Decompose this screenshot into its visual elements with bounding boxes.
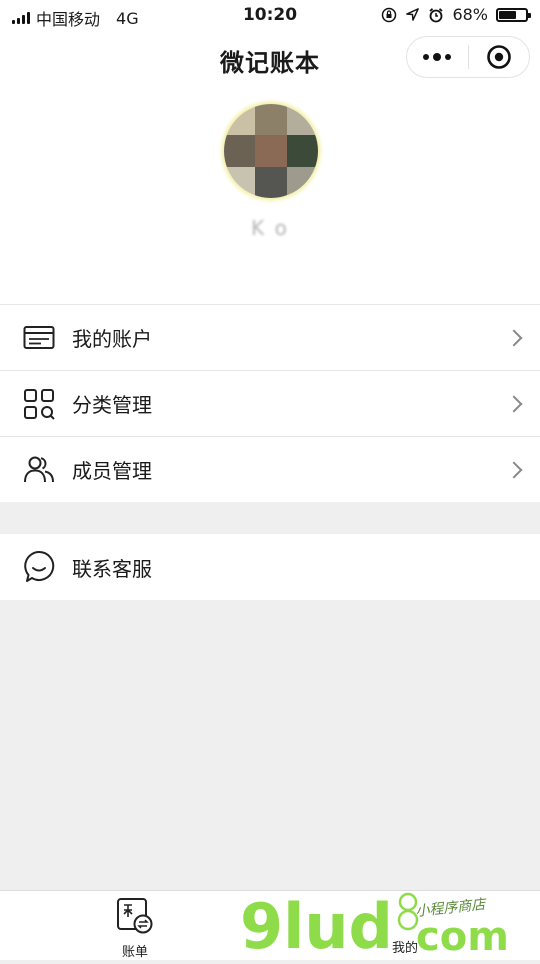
miniprogram-capsule <box>406 36 530 78</box>
menu-item-my-account[interactable]: 我的账户 <box>0 304 540 370</box>
status-right: 68% <box>381 5 531 24</box>
menu-label-category-management: 分类管理 <box>72 393 152 417</box>
menu-label-contact-support: 联系客服 <box>72 556 152 581</box>
rotation-lock-icon <box>382 7 397 22</box>
watermark-brand: 9lud <box>240 890 393 960</box>
location-arrow-icon <box>406 8 420 21</box>
username: K o <box>251 216 289 240</box>
members-icon <box>22 453 56 487</box>
status-bar: 中国移动 4G 10:20 68% <box>0 0 540 30</box>
watermark-logo: 9lud com 小程序商店 <box>240 890 540 963</box>
bill-exchange-icon <box>117 898 153 934</box>
menu-group-main: 我的账户 分类管理 成员管理 <box>0 304 540 502</box>
chevron-right-icon <box>505 329 523 346</box>
menu-label-my-account: 我的账户 <box>72 327 152 351</box>
battery-icon <box>496 7 531 22</box>
chat-bubble-icon <box>22 550 56 584</box>
category-grid-icon <box>22 387 56 421</box>
battery-percent: 68% <box>452 5 488 24</box>
menu-item-member-management[interactable]: 成员管理 <box>0 436 540 502</box>
more-button[interactable] <box>407 37 468 77</box>
target-close-icon <box>486 45 511 69</box>
chevron-right-icon <box>505 461 523 478</box>
menu-item-contact-support[interactable]: 联系客服 <box>0 534 540 600</box>
profile-section: K o <box>0 88 540 304</box>
tab-bills[interactable]: 账单 <box>100 895 170 960</box>
battery-fill <box>499 10 517 19</box>
menu-label-member-management: 成员管理 <box>72 459 152 483</box>
close-miniprogram-button[interactable] <box>469 37 530 77</box>
tab-label-bills: 账单 <box>121 945 148 960</box>
alarm-icon <box>429 7 444 22</box>
more-dots-icon <box>423 53 452 61</box>
avatar[interactable] <box>224 104 318 198</box>
menu-item-category-management[interactable]: 分类管理 <box>0 370 540 436</box>
card-icon <box>22 321 56 355</box>
chevron-right-icon <box>505 395 523 412</box>
watermark-suffix: com <box>416 914 509 960</box>
nav-bar: 微记账本 <box>0 30 540 88</box>
menu-group-support: 联系客服 <box>0 534 540 600</box>
